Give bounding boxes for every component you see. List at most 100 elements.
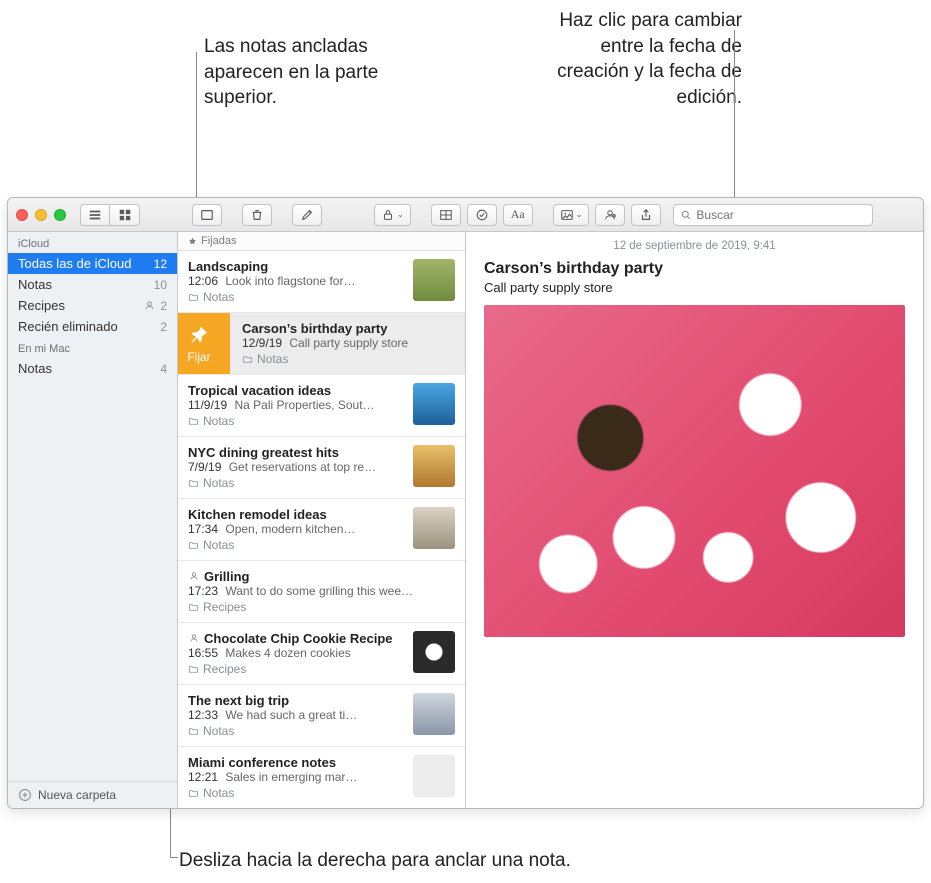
note-title: Kitchen remodel ideas bbox=[188, 507, 405, 522]
note-folder: Notas bbox=[242, 352, 455, 366]
folder-icon bbox=[188, 416, 199, 427]
share-button[interactable] bbox=[631, 204, 661, 226]
zoom-icon[interactable] bbox=[54, 209, 66, 221]
note-title: The next big trip bbox=[188, 693, 405, 708]
note-meta: 12:33 We had such a great ti… bbox=[188, 708, 405, 722]
note-list: Fijadas Landscaping12:06 Look into flags… bbox=[178, 232, 466, 808]
editor-date[interactable]: 12 de septiembre de 2019, 9:41 bbox=[466, 232, 923, 256]
sidebar-item-count: 12 bbox=[154, 257, 167, 271]
callout-date: Haz clic para cambiar entre la fecha de … bbox=[542, 8, 742, 111]
shared-icon bbox=[143, 299, 156, 312]
list-view-button[interactable] bbox=[80, 204, 110, 226]
note-row[interactable]: NYC dining greatest hits7/9/19 Get reser… bbox=[178, 437, 465, 499]
note-thumbnail bbox=[413, 445, 455, 487]
sidebar-item-label: Notas bbox=[18, 277, 52, 292]
callout-pinned: Las notas ancladas aparecen en la parte … bbox=[204, 34, 394, 111]
callout-line bbox=[170, 857, 178, 858]
delete-button[interactable] bbox=[242, 204, 272, 226]
note-meta: 17:34 Open, modern kitchen… bbox=[188, 522, 405, 536]
note-title: Grilling bbox=[188, 569, 455, 584]
minimize-icon[interactable] bbox=[35, 209, 47, 221]
folder-icon bbox=[188, 788, 199, 799]
pin-action-label: Fijar bbox=[187, 350, 210, 364]
new-note-button[interactable] bbox=[292, 204, 322, 226]
note-title: Chocolate Chip Cookie Recipe bbox=[188, 631, 405, 646]
editor: 12 de septiembre de 2019, 9:41 Carson’s … bbox=[466, 232, 923, 808]
note-thumbnail bbox=[413, 693, 455, 735]
note-folder: Notas bbox=[188, 476, 405, 490]
folder-icon bbox=[242, 354, 253, 365]
new-folder-button[interactable]: Nueva carpeta bbox=[8, 781, 177, 808]
note-meta: 12:06 Look into flagstone for… bbox=[188, 274, 405, 288]
note-title: Tropical vacation ideas bbox=[188, 383, 405, 398]
note-row[interactable]: Grilling17:23 Want to do some grilling t… bbox=[178, 561, 465, 623]
note-row[interactable]: Landscaping12:06 Look into flagstone for… bbox=[178, 251, 465, 313]
table-button[interactable] bbox=[431, 204, 461, 226]
sidebar-item-label: Notas bbox=[18, 361, 52, 376]
note-title: Miami conference notes bbox=[188, 755, 405, 770]
note-thumbnail bbox=[413, 259, 455, 301]
pin-action[interactable]: Fijar bbox=[178, 313, 230, 374]
pinned-section-header: Fijadas bbox=[178, 232, 465, 251]
attachments-button[interactable] bbox=[192, 204, 222, 226]
search-input[interactable] bbox=[696, 208, 866, 222]
note-row[interactable]: The next big trip12:33 We had such a gre… bbox=[178, 685, 465, 747]
format-button[interactable]: Aa bbox=[503, 204, 533, 226]
sidebar-item[interactable]: Recién eliminado2 bbox=[8, 316, 177, 337]
note-title: Carson’s birthday party bbox=[242, 321, 455, 336]
editor-title: Carson’s birthday party bbox=[484, 260, 905, 278]
shared-icon bbox=[188, 570, 200, 582]
note-title: Landscaping bbox=[188, 259, 405, 274]
note-title: NYC dining greatest hits bbox=[188, 445, 405, 460]
note-row[interactable]: Kitchen remodel ideas17:34 Open, modern … bbox=[178, 499, 465, 561]
note-meta: 16:55 Makes 4 dozen cookies bbox=[188, 646, 405, 660]
sidebar-item[interactable]: Notas4 bbox=[8, 358, 177, 379]
note-thumbnail bbox=[413, 755, 455, 797]
folder-icon bbox=[188, 602, 199, 613]
editor-body[interactable]: Carson’s birthday party Call party suppl… bbox=[466, 256, 923, 649]
note-thumbnail bbox=[413, 507, 455, 549]
note-meta: 11/9/19 Na Pali Properties, Sout… bbox=[188, 398, 405, 412]
grid-view-button[interactable] bbox=[110, 204, 140, 226]
note-meta: 17:23 Want to do some grilling this wee… bbox=[188, 584, 455, 598]
sidebar-item-count: 10 bbox=[154, 278, 167, 292]
note-folder: Recipes bbox=[188, 600, 455, 614]
titlebar: ⌄ Aa ⌄ bbox=[8, 198, 923, 232]
pinned-label: Fijadas bbox=[201, 235, 236, 247]
note-folder: Notas bbox=[188, 724, 405, 738]
media-button[interactable]: ⌄ bbox=[553, 204, 590, 226]
folder-icon bbox=[188, 726, 199, 737]
note-folder: Recipes bbox=[188, 662, 405, 676]
checklist-button[interactable] bbox=[467, 204, 497, 226]
sidebar-item-label: Recipes bbox=[18, 298, 65, 313]
note-row[interactable]: Miami conference notes12:21 Sales in eme… bbox=[178, 747, 465, 808]
collaborate-button[interactable] bbox=[595, 204, 625, 226]
search-field[interactable] bbox=[673, 204, 873, 226]
sidebar: iCloud Todas las de iCloud 12 Notas 10 Recipe… bbox=[8, 232, 178, 808]
sidebar-item[interactable]: Notas 10 bbox=[8, 274, 177, 295]
note-thumbnail bbox=[413, 383, 455, 425]
note-meta: 7/9/19 Get reservations at top re… bbox=[188, 460, 405, 474]
plus-circle-icon bbox=[18, 788, 32, 802]
sidebar-item[interactable]: Recipes 2 bbox=[8, 295, 177, 316]
close-icon[interactable] bbox=[16, 209, 28, 221]
window-controls bbox=[16, 209, 66, 221]
new-folder-label: Nueva carpeta bbox=[38, 788, 116, 802]
note-row[interactable]: Tropical vacation ideas11/9/19 Na Pali P… bbox=[178, 375, 465, 437]
sidebar-item[interactable]: Todas las de iCloud 12 bbox=[8, 253, 177, 274]
note-row[interactable]: FijarCarson’s birthday party12/9/19 Call… bbox=[178, 313, 465, 375]
sidebar-item-label: Todas las de iCloud bbox=[18, 256, 131, 271]
folder-icon bbox=[188, 478, 199, 489]
notes-window: ⌄ Aa ⌄ iCloud Todas las de iCloud 12 Notas 1… bbox=[7, 197, 924, 809]
attachment-image[interactable] bbox=[484, 305, 905, 637]
callout-swipe: Desliza hacia la derecha para anclar una… bbox=[179, 848, 571, 874]
note-folder: Notas bbox=[188, 538, 405, 552]
sidebar-section-title: iCloud bbox=[8, 232, 177, 253]
editor-subtitle: Call party supply store bbox=[484, 280, 905, 295]
sidebar-item-count: 2 bbox=[160, 299, 167, 313]
note-row[interactable]: Chocolate Chip Cookie Recipe16:55 Makes … bbox=[178, 623, 465, 685]
folder-icon bbox=[188, 664, 199, 675]
sidebar-item-label: Recién eliminado bbox=[18, 319, 118, 334]
pin-icon bbox=[188, 237, 197, 246]
lock-button[interactable]: ⌄ bbox=[374, 204, 411, 226]
